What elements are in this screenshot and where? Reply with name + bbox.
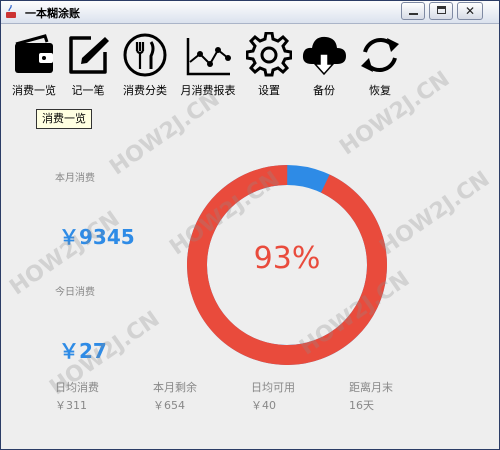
- toolbar: 消费一览 记一笔 消费分类 月消费报表 设置 备份 恢复: [1, 24, 499, 108]
- toolbar-button-categories[interactable]: 消费分类: [117, 32, 173, 104]
- app-window: 一本糊涂账 ✕ 消费一览 记一笔 消费分类 月消费报表 设置 备份 恢复 消费一…: [0, 0, 500, 450]
- toolbar-button-restore[interactable]: 恢复: [355, 32, 405, 104]
- stat-label: 日均可用: [251, 381, 295, 394]
- toolbar-label: 月消费报表: [180, 84, 236, 97]
- toolbar-label: 备份: [313, 84, 335, 97]
- window-title: 一本糊涂账: [25, 7, 80, 20]
- close-icon: ✕: [464, 4, 476, 18]
- java-app-icon: [6, 5, 16, 18]
- maximize-button[interactable]: [429, 2, 453, 20]
- stat-value: ￥40: [251, 399, 276, 412]
- wallet-icon: [15, 34, 53, 73]
- stat-label: 距离月末: [349, 381, 393, 394]
- stat-value: ￥311: [55, 399, 87, 412]
- minimize-button[interactable]: [401, 2, 425, 20]
- overview-panel: 本月消费 ￥9345 今日消费 ￥27 93% 日均消费 ￥311 本月剩余 ￥…: [1, 129, 499, 449]
- close-button[interactable]: ✕: [457, 2, 483, 20]
- stat-value: 16天: [349, 399, 374, 412]
- toolbar-tooltip: 消费一览: [36, 109, 92, 129]
- maximize-icon: [437, 6, 446, 14]
- stat-value: ￥654: [153, 399, 185, 412]
- toolbar-label: 恢复: [369, 84, 391, 97]
- toolbar-button-backup[interactable]: 备份: [299, 32, 349, 104]
- toolbar-button-monthly-report[interactable]: 月消费报表: [175, 32, 241, 104]
- stat-label: 日均消费: [55, 381, 99, 394]
- cloud-download-icon: [302, 36, 346, 76]
- toolbar-label: 设置: [258, 84, 280, 97]
- today-spend-value: ￥27: [59, 339, 107, 363]
- toolbar-button-settings[interactable]: 设置: [245, 32, 293, 104]
- toolbar-label: 记一笔: [71, 84, 105, 97]
- toolbar-label: 消费分类: [123, 84, 167, 97]
- fork-knife-icon: [123, 33, 167, 77]
- title-bar[interactable]: 一本糊涂账 ✕: [1, 1, 499, 24]
- refresh-icon: [361, 38, 399, 72]
- usage-percent: 93%: [253, 241, 321, 276]
- toolbar-label: 消费一览: [12, 84, 56, 97]
- stat-label: 本月剩余: [153, 381, 197, 394]
- month-spend-value: ￥9345: [59, 225, 135, 249]
- month-spend-label: 本月消费: [55, 173, 95, 184]
- toolbar-button-add-record[interactable]: 记一笔: [63, 32, 113, 104]
- gear-icon: [246, 32, 292, 77]
- edit-icon: [69, 36, 109, 74]
- minimize-icon: [409, 13, 418, 15]
- toolbar-button-overview[interactable]: 消费一览: [5, 32, 63, 104]
- line-chart-icon: [186, 38, 231, 76]
- today-spend-label: 今日消费: [55, 287, 95, 298]
